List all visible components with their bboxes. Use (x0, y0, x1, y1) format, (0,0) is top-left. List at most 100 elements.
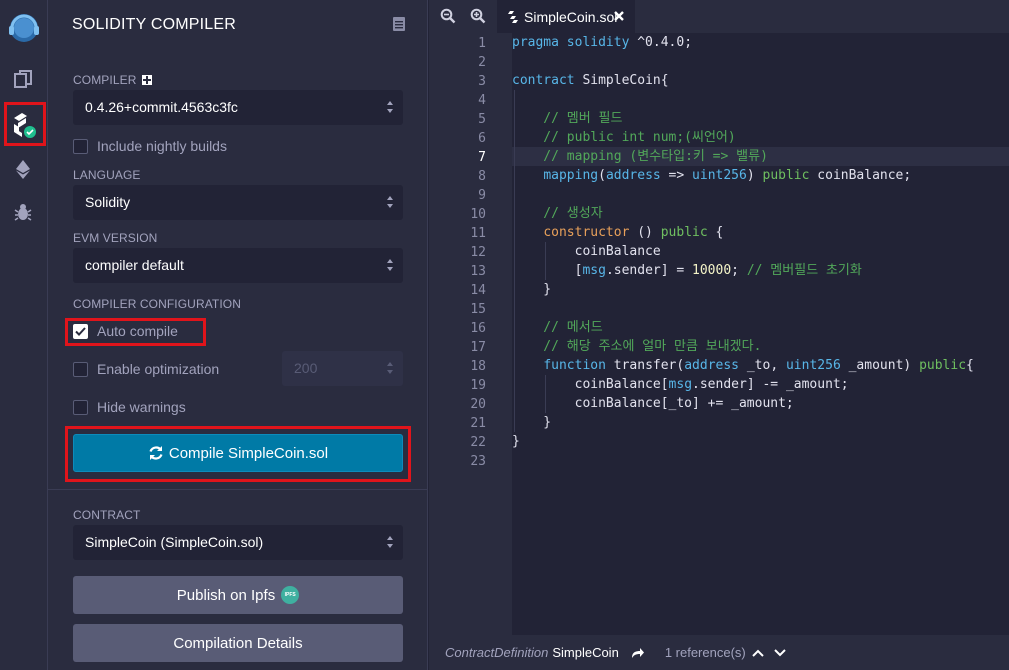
line-number: 5 (478, 112, 486, 127)
enable-optimization-row[interactable]: Enable optimization (73, 361, 219, 377)
line-number: 14 (470, 283, 486, 298)
compilation-details-button[interactable]: Compilation Details (73, 624, 403, 662)
compiler-label: COMPILER (73, 73, 153, 87)
language-label: LANGUAGE (73, 168, 141, 182)
compiler-version-select[interactable]: 0.4.26+commit.4563c3fc (73, 90, 403, 125)
code-line-7: // mapping (변수타입:키 => 밸류) (512, 149, 768, 164)
line-number: 15 (470, 302, 486, 317)
editor-tabbar: SimpleCoin.sol (429, 0, 1009, 33)
code-line-14: } (512, 282, 552, 297)
line-number: 4 (478, 93, 486, 108)
code-line-10: // 생성자 (512, 206, 603, 221)
nightly-builds-label: Include nightly builds (97, 138, 227, 154)
enable-optimization-checkbox[interactable] (73, 361, 88, 377)
hide-warnings-checkbox[interactable] (73, 399, 88, 415)
file-explorers-icon[interactable] (8, 64, 38, 94)
section-divider (48, 489, 428, 490)
evm-version-select[interactable]: compiler default (73, 248, 403, 283)
select-caret-icon (387, 536, 393, 548)
code-line-11: constructor () public { (543, 225, 724, 240)
line-number: 22 (470, 435, 486, 450)
code-line-13: [msg.sender] = 10000; // 멤버필드 초기화 (512, 263, 862, 278)
compilation-details-label: Compilation Details (173, 634, 303, 652)
status-references: 1 reference(s) (664, 645, 746, 660)
line-number: 13 (470, 264, 486, 279)
compile-button-highlight (65, 426, 411, 482)
publish-ipfs-button[interactable]: Publish on Ipfs IPFS (73, 576, 403, 614)
documentation-icon[interactable] (393, 17, 405, 31)
code-line-21: } (512, 415, 552, 430)
line-number: 16 (470, 321, 486, 336)
code-line-8: mapping(address => uint256) public coinB… (543, 168, 912, 183)
close-tab-icon[interactable] (613, 10, 625, 22)
hide-warnings-row[interactable]: Hide warnings (73, 399, 186, 415)
auto-compile-highlight (65, 318, 206, 346)
code-line-17: // 해당 주소에 얼마 만큼 보내겠다. (512, 339, 762, 354)
optimization-runs-input[interactable]: 200 (282, 351, 403, 386)
zoom-in-icon[interactable] (470, 8, 486, 24)
code-line-1: pragma solidity ^0.4.0; (512, 35, 693, 50)
code-area[interactable]: pragma solidity ^0.4.0; contract SimpleC… (512, 33, 1009, 635)
code-editor: SimpleCoin.sol 1 2 3 4 5 6 7 8 9 10 11 12 13 14 15 16 17… (429, 0, 1009, 670)
solidity-file-icon (508, 10, 518, 23)
compiler-configuration-label: COMPILER CONFIGURATION (73, 297, 241, 311)
deploy-run-icon[interactable] (8, 154, 38, 184)
optimization-runs-value: 200 (294, 360, 318, 376)
zoom-out-icon[interactable] (440, 8, 456, 24)
code-line-22: } (512, 434, 520, 449)
spinner-caret-icon (387, 362, 393, 374)
line-number: 10 (470, 207, 486, 222)
enable-optimization-label: Enable optimization (97, 361, 220, 377)
line-number: 7 (478, 150, 486, 165)
nightly-builds-row[interactable]: Include nightly builds (73, 138, 227, 154)
line-number: 2 (478, 55, 486, 70)
go-to-definition-icon[interactable] (631, 647, 645, 659)
add-compiler-icon[interactable] (142, 75, 153, 85)
code-line-19: coinBalance[msg.sender] -= _amount; (512, 377, 849, 392)
compiler-label-text: COMPILER (73, 73, 137, 87)
file-tab-simplecoin[interactable]: SimpleCoin.sol (497, 0, 635, 33)
debugger-icon[interactable] (8, 197, 38, 227)
status-node-name: SimpleCoin (552, 645, 619, 660)
select-caret-icon (387, 101, 393, 113)
evm-version-value: compiler default (85, 257, 184, 273)
code-line-16: // 메서드 (512, 320, 603, 335)
line-number: 9 (478, 188, 486, 203)
line-number: 19 (470, 378, 486, 393)
select-caret-icon (387, 196, 393, 208)
code-line-12: coinBalance (512, 244, 661, 259)
line-number: 8 (478, 169, 486, 184)
compiler-version-value: 0.4.26+commit.4563c3fc (85, 99, 238, 115)
language-select[interactable]: Solidity (73, 185, 403, 220)
line-number: 6 (478, 131, 486, 146)
status-node-kind: ContractDefinition (445, 645, 549, 660)
editor-status-bar: ContractDefinition SimpleCoin 1 referenc… (429, 635, 1009, 670)
icon-rail (0, 0, 48, 670)
contract-select[interactable]: SimpleCoin (SimpleCoin.sol) (73, 525, 403, 560)
line-number-gutter: 1 2 3 4 5 6 7 8 9 10 11 12 13 14 15 16 17 18 19 20 21 22 23 (429, 33, 512, 635)
line-number: 21 (470, 416, 486, 431)
contract-label: CONTRACT (73, 508, 141, 522)
line-number: 20 (470, 397, 486, 412)
next-reference-icon[interactable] (774, 648, 786, 657)
code-line-3: contract SimpleCoin{ (512, 73, 669, 88)
line-number: 3 (478, 74, 486, 89)
previous-reference-icon[interactable] (752, 649, 764, 657)
language-value: Solidity (85, 194, 131, 210)
line-number: 23 (470, 454, 486, 469)
nightly-builds-checkbox[interactable] (73, 138, 88, 154)
publish-ipfs-label: Publish on Ipfs (176, 586, 276, 604)
code-line-5: // 멤버 필드 (512, 111, 623, 126)
hide-warnings-label: Hide warnings (97, 399, 186, 415)
line-number: 12 (470, 245, 486, 260)
file-tab-label: SimpleCoin.sol (524, 8, 618, 25)
remix-logo-icon[interactable] (4, 6, 44, 46)
select-caret-icon (387, 259, 393, 271)
panel-title: SOLIDITY COMPILER (72, 16, 237, 33)
code-line-6: // public int num;(씨언어) (512, 130, 736, 145)
remix-ide: SOLIDITY COMPILER COMPILER 0.4.26+commit… (0, 0, 1009, 670)
active-plugin-highlight (4, 102, 46, 146)
code-line-18: function transfer(address _to, uint256 _… (543, 358, 974, 373)
line-number: 11 (470, 226, 486, 241)
contract-value: SimpleCoin (SimpleCoin.sol) (85, 534, 264, 550)
